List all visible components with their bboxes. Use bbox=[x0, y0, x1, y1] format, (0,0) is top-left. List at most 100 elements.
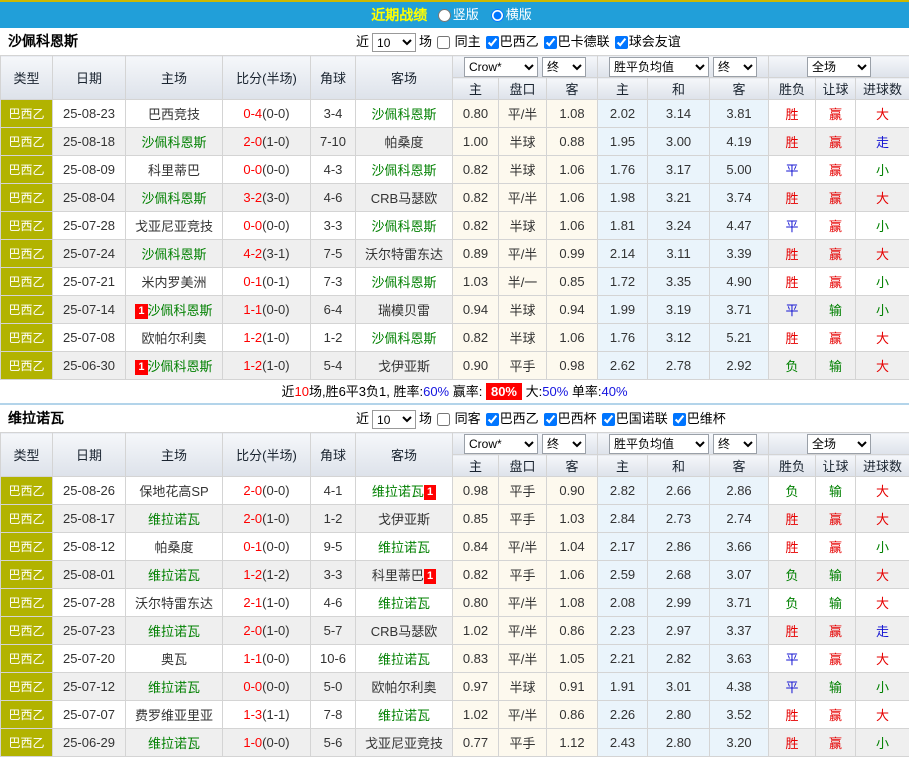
result-handicap: 赢 bbox=[816, 701, 856, 729]
fulltime-score: 4-2 bbox=[243, 246, 262, 261]
odds-home: 0.80 bbox=[453, 589, 499, 617]
home-team-name: 维拉诺瓦 bbox=[148, 680, 200, 695]
filter-same-label: 同客 bbox=[451, 411, 481, 426]
avg-draw: 2.82 bbox=[648, 645, 710, 673]
corner-score: 10-6 bbox=[311, 645, 356, 673]
match-date: 25-07-24 bbox=[53, 240, 126, 268]
home-team: 沙佩科恩斯 bbox=[126, 240, 223, 268]
avg-final-select[interactable]: 终 bbox=[713, 434, 757, 454]
filter-league-checkbox-3[interactable] bbox=[673, 413, 686, 426]
filter-league-checkbox-2[interactable] bbox=[615, 36, 628, 49]
match-type-cell: 巴西乙 bbox=[1, 673, 53, 701]
bookmaker-select[interactable]: Crow* bbox=[464, 57, 538, 77]
match-row: 巴西乙25-07-21米内罗美洲0-1(0-1)7-3沙佩科恩斯1.03半/一0… bbox=[1, 268, 909, 296]
avg-select[interactable]: 胜平负均值 bbox=[609, 434, 709, 454]
odds-home: 0.89 bbox=[453, 240, 499, 268]
odds-final-select[interactable]: 终 bbox=[542, 57, 586, 77]
home-team: 沃尔特雷东达 bbox=[126, 589, 223, 617]
layout-radio-0[interactable] bbox=[438, 9, 451, 22]
away-team: 戈亚尼亚竞技 bbox=[356, 729, 453, 757]
score-cell: 0-1(0-0) bbox=[223, 533, 311, 561]
score-cell: 1-3(1-1) bbox=[223, 701, 311, 729]
result-goals: 走 bbox=[856, 617, 909, 645]
match-type-cell: 巴西乙 bbox=[1, 645, 53, 673]
away-team: 瑞模贝雷 bbox=[356, 296, 453, 324]
filter-league-checkbox-1[interactable] bbox=[544, 36, 557, 49]
avg-home: 2.21 bbox=[598, 645, 648, 673]
col-header-5: 客场 bbox=[356, 56, 453, 100]
filter-league-checkbox-0[interactable] bbox=[486, 413, 499, 426]
halftime-score: (0-1) bbox=[262, 274, 289, 289]
odds-home: 1.02 bbox=[453, 617, 499, 645]
match-date: 25-08-23 bbox=[53, 100, 126, 128]
match-row: 巴西乙25-07-07费罗维亚里亚1-3(1-1)7-8维拉诺瓦1.02平/半0… bbox=[1, 701, 909, 729]
home-team-name: 沙佩科恩斯 bbox=[141, 135, 206, 150]
match-type-cell: 巴西乙 bbox=[1, 352, 53, 380]
odds-handicap: 平/半 bbox=[499, 701, 547, 729]
odds-handicap: 半球 bbox=[499, 128, 547, 156]
home-team-name: 欧帕尔利奥 bbox=[141, 331, 206, 346]
filter-league-label-2: 巴国诺联 bbox=[616, 411, 668, 426]
match-date: 25-06-29 bbox=[53, 729, 126, 757]
bookmaker-select[interactable]: Crow* bbox=[464, 434, 538, 454]
result-handicap: 输 bbox=[816, 352, 856, 380]
avg-home: 1.72 bbox=[598, 268, 648, 296]
layout-radio-label-0: 竖版 bbox=[453, 7, 479, 22]
summary-part: 10 bbox=[294, 384, 308, 399]
summary-part: 60% bbox=[423, 384, 449, 399]
avg-draw: 2.97 bbox=[648, 617, 710, 645]
odds-handicap: 平手 bbox=[499, 352, 547, 380]
match-date: 25-07-14 bbox=[53, 296, 126, 324]
result-goals: 走 bbox=[856, 128, 909, 156]
halftime-score: (0-0) bbox=[262, 539, 289, 554]
corner-score: 5-7 bbox=[311, 617, 356, 645]
avg-home: 1.81 bbox=[598, 212, 648, 240]
odds-handicap: 平手 bbox=[499, 561, 547, 589]
filter-league-checkbox-2[interactable] bbox=[602, 413, 615, 426]
away-team: 沙佩科恩斯 bbox=[356, 212, 453, 240]
filter-league-checkbox-0[interactable] bbox=[486, 36, 499, 49]
away-team-name: 戈伊亚斯 bbox=[378, 512, 430, 527]
odds-home: 0.80 bbox=[453, 100, 499, 128]
match-row: 巴西乙25-08-18沙佩科恩斯2-0(1-0)7-10帕桑度1.00半球0.8… bbox=[1, 128, 909, 156]
avg-group-header: 胜平负均值终 bbox=[598, 56, 769, 78]
avg-away: 3.74 bbox=[710, 184, 769, 212]
match-type-cell: 巴西乙 bbox=[1, 701, 53, 729]
avg-select[interactable]: 胜平负均值 bbox=[609, 57, 709, 77]
fulltime-score: 2-0 bbox=[243, 511, 262, 526]
summary-part: 50% bbox=[542, 384, 568, 399]
home-team-name: 沃尔特雷东达 bbox=[135, 596, 213, 611]
odds-final-select[interactable]: 终 bbox=[542, 434, 586, 454]
filter-bar: 近10场 同主巴西乙巴卡德联球会友谊 bbox=[356, 28, 681, 55]
sub-header-0: 主 bbox=[453, 78, 499, 100]
match-type-cell: 巴西乙 bbox=[1, 268, 53, 296]
result-goals: 小 bbox=[856, 533, 909, 561]
odds-home: 0.77 bbox=[453, 729, 499, 757]
halftime-score: (3-1) bbox=[262, 246, 289, 261]
match-count-select[interactable]: 10 bbox=[372, 410, 416, 429]
odds-handicap: 平/半 bbox=[499, 100, 547, 128]
result-wdl: 胜 bbox=[769, 533, 816, 561]
match-date: 25-07-23 bbox=[53, 617, 126, 645]
match-date: 25-07-07 bbox=[53, 701, 126, 729]
avg-home: 2.02 bbox=[598, 100, 648, 128]
filter-league-checkbox-1[interactable] bbox=[544, 413, 557, 426]
result-handicap: 输 bbox=[816, 561, 856, 589]
col-header-1: 日期 bbox=[53, 433, 126, 477]
avg-home: 2.17 bbox=[598, 533, 648, 561]
layout-radio-1[interactable] bbox=[491, 9, 504, 22]
odds-away: 1.06 bbox=[547, 561, 598, 589]
sections-container: 沙佩科恩斯近10场 同主巴西乙巴卡德联球会友谊类型日期主场比分(半场)角球客场C… bbox=[0, 28, 909, 757]
filter-same-checkbox[interactable] bbox=[437, 413, 450, 426]
scope-select[interactable]: 全场 bbox=[807, 57, 871, 77]
home-team: 维拉诺瓦 bbox=[126, 729, 223, 757]
odds-home: 1.03 bbox=[453, 268, 499, 296]
scope-select[interactable]: 全场 bbox=[807, 434, 871, 454]
avg-away: 3.63 bbox=[710, 645, 769, 673]
away-team-name: 维拉诺瓦 bbox=[372, 484, 424, 499]
odds-home: 0.85 bbox=[453, 505, 499, 533]
result-wdl: 胜 bbox=[769, 240, 816, 268]
match-count-select[interactable]: 10 bbox=[372, 33, 416, 52]
avg-final-select[interactable]: 终 bbox=[713, 57, 757, 77]
filter-same-checkbox[interactable] bbox=[437, 36, 450, 49]
